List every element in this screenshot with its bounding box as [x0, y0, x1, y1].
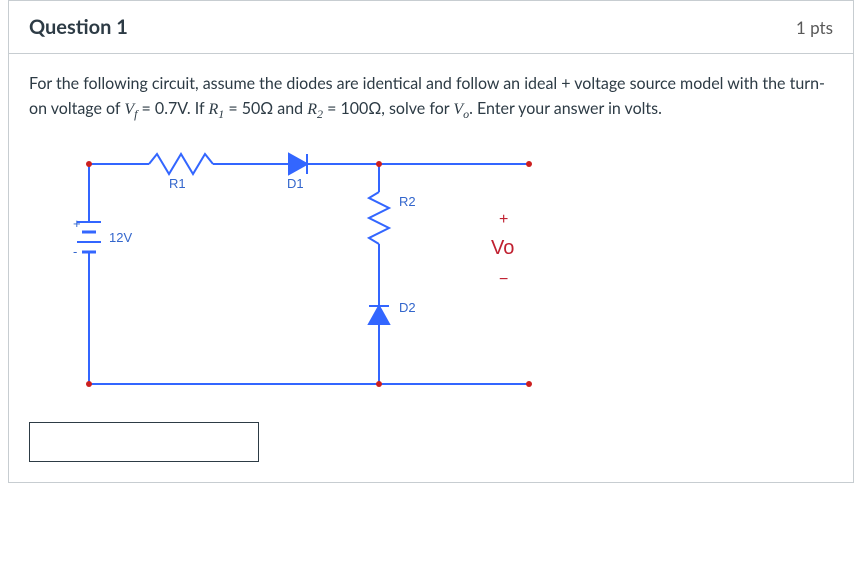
r1-label: R1 [169, 176, 186, 191]
vo-plus: + [499, 211, 508, 228]
question-points: 1 pts [796, 17, 833, 38]
svg-text:-: - [73, 244, 77, 259]
d1-label: D1 [287, 176, 304, 191]
r2-label: R2 [399, 194, 416, 209]
question-title: Question 1 [29, 15, 128, 39]
stem-text-2: . If [187, 99, 209, 118]
circuit-svg: + - 12V R1 D1 R2 D2 + Vo − [29, 144, 589, 404]
answer-input[interactable] [29, 422, 259, 462]
r2-symbol: R [307, 101, 317, 118]
stem-text-3: , solve for [381, 99, 453, 118]
source-label: 12V [109, 230, 132, 245]
d2-label: D2 [399, 300, 416, 315]
r1-symbol: R [208, 101, 218, 118]
circuit-diagram: + - 12V R1 D1 R2 D2 + Vo − [29, 144, 589, 404]
stem-eq2: = 50Ω and [224, 99, 307, 118]
vf-symbol: V [124, 101, 134, 118]
question-header: Question 1 1 pts [9, 1, 853, 54]
vo-symbol: V [453, 101, 463, 118]
stem-text-4: . Enter your answer in volts. [469, 99, 662, 118]
question-body: For the following circuit, assume the di… [9, 54, 853, 482]
svg-text:+: + [73, 216, 81, 231]
vo-output-label: Vo [491, 237, 514, 259]
question-stem: For the following circuit, assume the di… [29, 72, 833, 124]
stem-eq3: = 100Ω [323, 99, 381, 118]
question-card: Question 1 1 pts For the following circu… [8, 0, 854, 483]
stem-eq1: = 0.7V [137, 99, 186, 118]
vo-minus: − [499, 271, 508, 288]
